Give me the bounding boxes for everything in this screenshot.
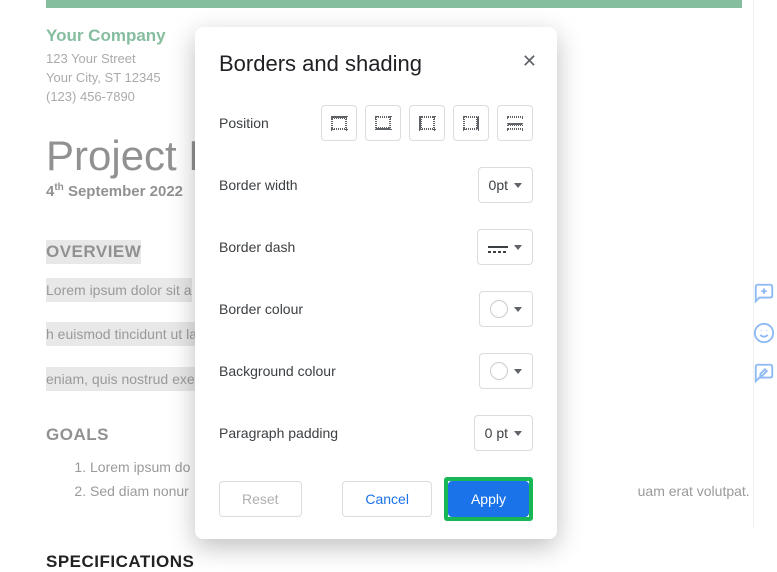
colour-swatch-icon — [490, 300, 508, 318]
row-paragraph-padding: Paragraph padding 0 pt — [219, 415, 533, 451]
colour-swatch-icon — [490, 362, 508, 380]
border-bottom-icon[interactable] — [365, 105, 401, 141]
dash-swatch-icon — [488, 246, 508, 248]
paragraph-padding-label: Paragraph padding — [219, 425, 338, 441]
background-colour-label: Background colour — [219, 363, 336, 379]
background-colour-select[interactable] — [479, 353, 533, 389]
border-dash-select[interactable] — [477, 229, 533, 265]
apply-button[interactable]: Apply — [448, 481, 529, 517]
close-icon[interactable]: ✕ — [522, 51, 537, 72]
specifications-heading: SPECIFICATIONS — [46, 552, 750, 572]
cancel-button[interactable]: Cancel — [342, 481, 432, 517]
border-width-value: 0pt — [489, 177, 508, 193]
chevron-down-icon — [514, 245, 522, 250]
chevron-down-icon — [514, 431, 522, 436]
border-width-select[interactable]: 0pt — [478, 167, 533, 203]
dialog-title: Borders and shading — [219, 51, 533, 77]
reset-button[interactable]: Reset — [219, 481, 302, 517]
row-background-colour: Background colour — [219, 353, 533, 389]
row-border-dash: Border dash — [219, 229, 533, 265]
border-colour-select[interactable] — [479, 291, 533, 327]
border-dash-label: Border dash — [219, 239, 295, 255]
position-buttons — [321, 105, 533, 141]
chevron-down-icon — [514, 369, 522, 374]
borders-shading-dialog: Borders and shading ✕ Position Border wi… — [195, 27, 557, 539]
paragraph-padding-value: 0 pt — [485, 425, 508, 441]
border-left-icon[interactable] — [409, 105, 445, 141]
dialog-footer: Reset Cancel Apply — [219, 477, 533, 521]
row-border-width: Border width 0pt — [219, 167, 533, 203]
apply-highlight: Apply — [444, 477, 533, 521]
row-border-colour: Border colour — [219, 291, 533, 327]
chevron-down-icon — [514, 307, 522, 312]
chevron-down-icon — [514, 183, 522, 188]
position-label: Position — [219, 115, 269, 131]
row-position: Position — [219, 105, 533, 141]
border-top-icon[interactable] — [321, 105, 357, 141]
border-between-icon[interactable] — [497, 105, 533, 141]
border-colour-label: Border colour — [219, 301, 303, 317]
border-right-icon[interactable] — [453, 105, 489, 141]
paragraph-padding-select[interactable]: 0 pt — [474, 415, 533, 451]
border-width-label: Border width — [219, 177, 298, 193]
